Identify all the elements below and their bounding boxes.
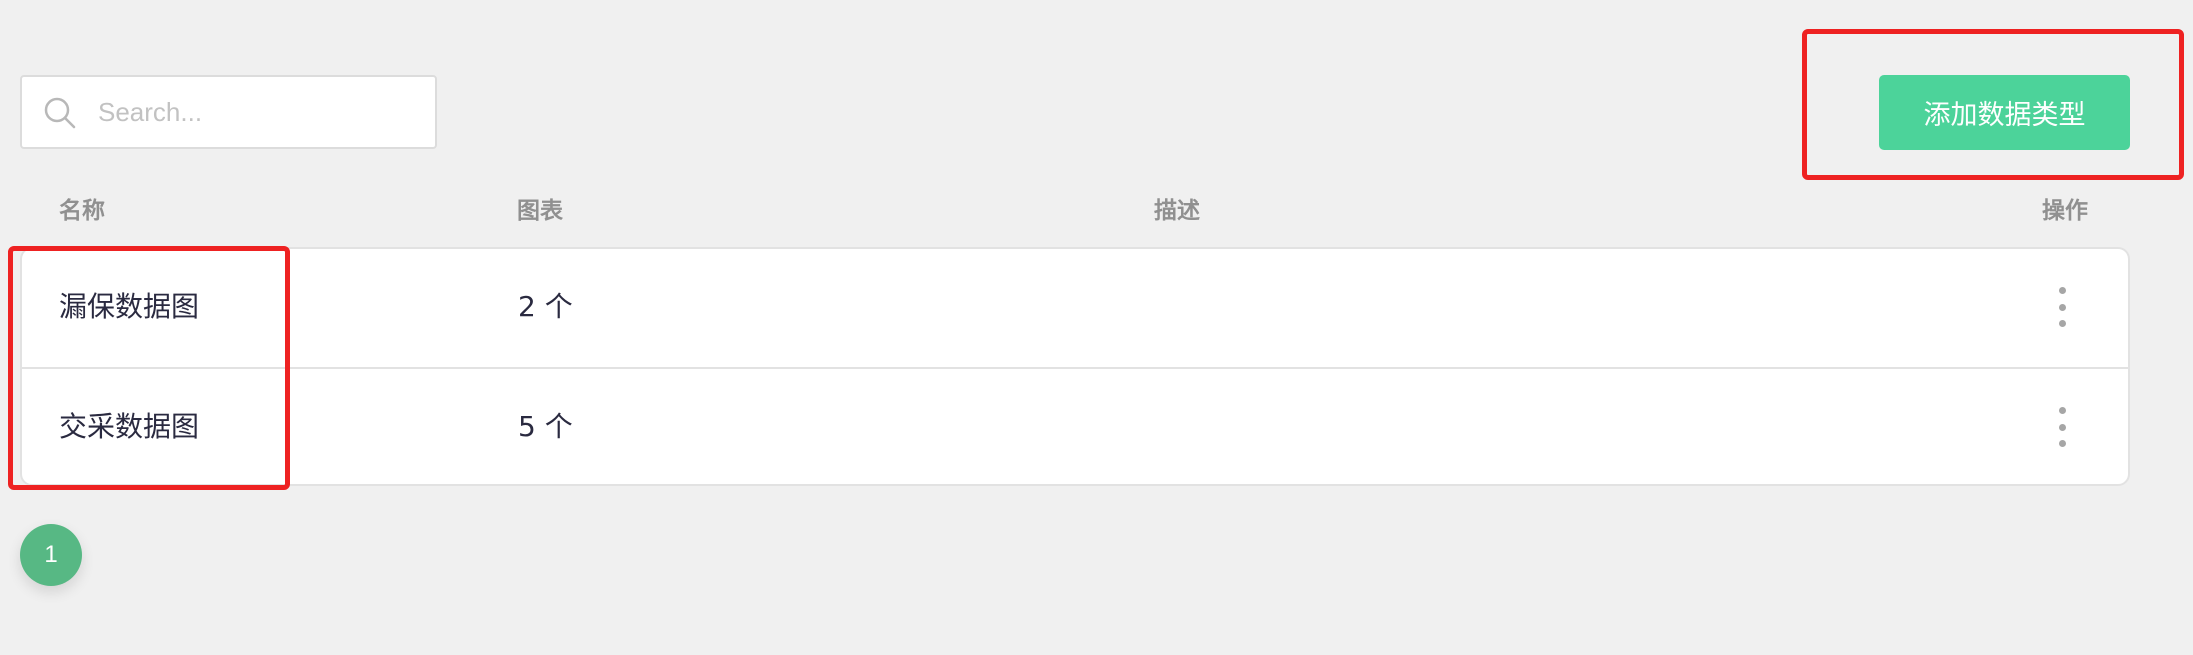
column-header-description: 描述: [1154, 198, 1200, 224]
search-box[interactable]: [20, 75, 437, 149]
row-chart-count: 2 个: [518, 290, 573, 323]
dot: [2058, 423, 2066, 431]
table-row[interactable]: 交采数据图 5 个: [22, 369, 2128, 484]
row-name: 漏保数据图: [59, 290, 200, 323]
dot: [2058, 287, 2066, 294]
data-type-table: 漏保数据图 2 个 交采数据图 5 个: [20, 247, 2130, 486]
search-icon: [44, 97, 76, 129]
row-name: 交采数据图: [59, 410, 200, 443]
column-header-chart: 图表: [517, 198, 563, 224]
dot: [2058, 440, 2066, 447]
column-header-name: 名称: [59, 198, 105, 224]
search-input[interactable]: [98, 87, 418, 137]
pagination-page-button[interactable]: 1: [20, 524, 82, 586]
column-header-actions: 操作: [2042, 198, 2088, 224]
row-chart-count: 5 个: [518, 410, 573, 443]
table-row[interactable]: 漏保数据图 2 个: [22, 249, 2128, 369]
more-vertical-icon[interactable]: [2052, 407, 2072, 447]
dot: [2058, 407, 2066, 414]
more-vertical-icon[interactable]: [2052, 287, 2072, 327]
dot: [2058, 320, 2066, 327]
add-data-type-button[interactable]: 添加数据类型: [1879, 75, 2130, 150]
dot: [2058, 303, 2066, 311]
